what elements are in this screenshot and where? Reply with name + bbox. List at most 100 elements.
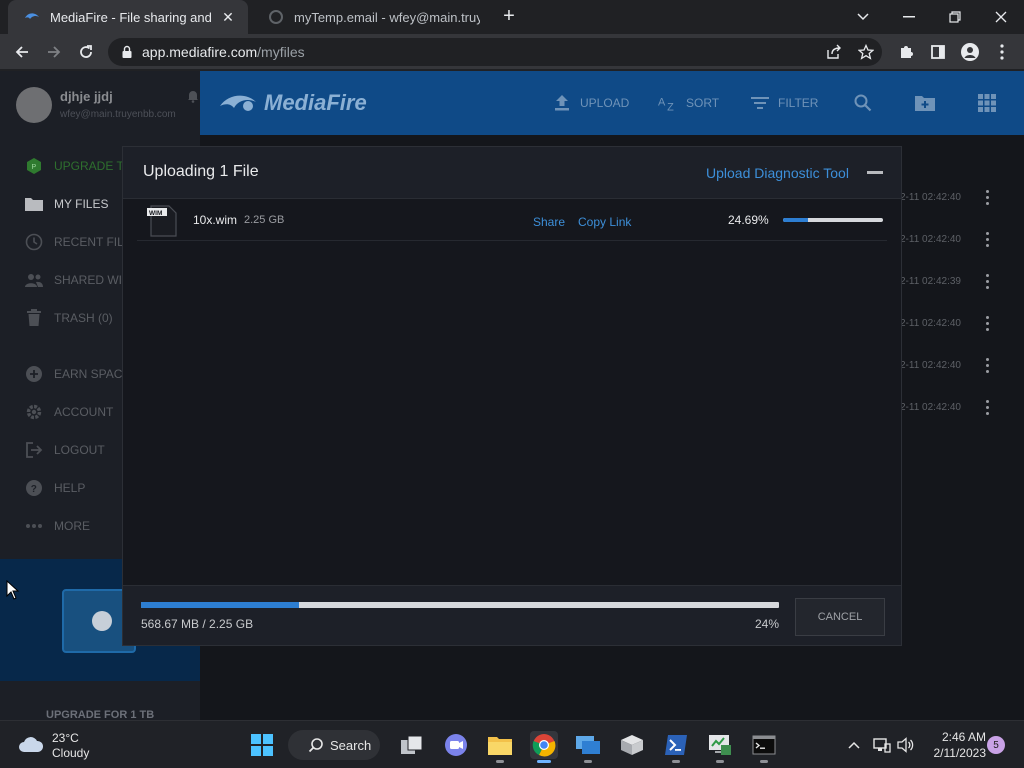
clock-date: 2/11/2023 (933, 746, 987, 760)
logo-text: MediaFire (264, 90, 367, 115)
upload-file-percent: 24.69% (728, 213, 769, 227)
virtual-machine-icon[interactable] (618, 731, 646, 759)
browser-menu-kebab-icon[interactable] (992, 42, 1012, 62)
network-icon[interactable] (872, 735, 892, 755)
lock-icon[interactable] (120, 45, 134, 59)
svg-text:?: ? (31, 484, 37, 495)
file-date: 2-11 02:42:40 (900, 234, 961, 245)
upload-label: UPLOAD (580, 96, 630, 110)
teams-chat-icon[interactable] (442, 731, 470, 759)
volume-icon[interactable] (896, 735, 916, 755)
row-menu-kebab-icon[interactable] (986, 232, 990, 248)
total-progress-fill (141, 602, 299, 608)
share-link[interactable]: Share (533, 215, 565, 229)
sidebar-item-label: Logout (54, 443, 105, 457)
running-indicator (760, 760, 768, 763)
tab-close-icon[interactable]: ✕ (220, 9, 236, 26)
upgrade-1tb-label[interactable]: UPGRADE FOR 1 TB (46, 709, 154, 720)
upgrade-badge-icon: P (24, 156, 44, 176)
mediafire-flame-icon (220, 95, 256, 111)
mytemp-favicon-icon (269, 10, 283, 24)
browser-toolbar: app.mediafire.com/myfiles (0, 34, 1024, 70)
upload-file-size: 2.25 GB (244, 214, 285, 226)
system-monitor-icon[interactable] (706, 731, 734, 763)
forward-arrow-icon[interactable] (42, 40, 66, 64)
logout-icon (24, 440, 44, 460)
task-view-icon[interactable] (398, 731, 426, 759)
copy-link[interactable]: Copy Link (578, 215, 631, 229)
wim-file-icon: WIM (147, 205, 177, 237)
svg-text:Z: Z (667, 101, 674, 112)
svg-text:WIM: WIM (149, 210, 162, 217)
notification-count-badge[interactable]: 5 (987, 736, 1005, 754)
weather-widget[interactable]: 23°C Cloudy (18, 729, 128, 761)
share-page-icon[interactable] (824, 42, 844, 62)
running-indicator (716, 760, 724, 763)
upload-file-progress-fill (783, 218, 808, 222)
remote-desktop-icon[interactable] (574, 731, 602, 763)
running-indicator (672, 760, 680, 763)
notification-bell-icon[interactable] (186, 89, 200, 103)
tab-search-chevron-icon[interactable] (840, 0, 886, 34)
sort-button[interactable]: AZ SORT (658, 93, 719, 113)
user-profile[interactable]: djhje jjdj wfey@main.truyenbb.com (16, 87, 198, 127)
file-date: 2-11 02:42:40 (900, 192, 961, 203)
row-menu-kebab-icon[interactable] (986, 358, 990, 374)
close-window-icon[interactable] (978, 0, 1024, 34)
row-menu-kebab-icon[interactable] (986, 400, 990, 416)
show-hidden-icons-chevron-icon[interactable] (844, 735, 864, 755)
upload-modal: Uploading 1 File Upload Diagnostic Tool … (122, 146, 902, 646)
filter-button[interactable]: FILTER (750, 93, 818, 113)
folder-icon (24, 194, 44, 214)
back-arrow-icon[interactable] (10, 40, 34, 64)
more-dots-icon (24, 516, 44, 536)
upload-modal-footer: 568.67 MB / 2.25 GB 24% CANCEL (123, 585, 901, 645)
cancel-upload-button[interactable]: CANCEL (795, 598, 885, 636)
row-menu-kebab-icon[interactable] (986, 316, 990, 332)
address-bar[interactable]: app.mediafire.com/myfiles (108, 38, 882, 66)
tab-mytemp-email[interactable]: myTemp.email - wfey@main.truyenbb.com (252, 0, 492, 34)
tab-mediafire[interactable]: MediaFire - File sharing and storage ✕ (8, 0, 248, 34)
upload-diagnostic-link[interactable]: Upload Diagnostic Tool (706, 165, 849, 181)
row-menu-kebab-icon[interactable] (986, 190, 990, 206)
restore-window-icon[interactable] (932, 0, 978, 34)
running-indicator (496, 760, 504, 763)
avatar[interactable] (16, 87, 52, 123)
reload-icon[interactable] (74, 40, 98, 64)
upload-file-row: WIM 10x.wim 2.25 GB Share Copy Link 24.6… (137, 199, 887, 241)
mediafire-logo[interactable]: MediaFire (218, 89, 367, 117)
start-windows-icon[interactable] (248, 731, 276, 759)
search-icon[interactable] (852, 93, 874, 113)
extensions-puzzle-icon[interactable] (896, 42, 916, 62)
trash-icon (24, 308, 44, 328)
upload-arrow-icon (552, 93, 572, 113)
new-folder-icon[interactable] (914, 93, 936, 113)
windows-taskbar: 23°C Cloudy Search 2:46 AM 2/11/2023 5 (0, 720, 1024, 768)
svg-text:P: P (32, 164, 37, 171)
mediafire-favicon-icon (25, 13, 39, 19)
command-prompt-icon[interactable] (750, 731, 778, 763)
new-tab-plus-icon[interactable]: + (498, 6, 520, 28)
powershell-icon[interactable] (662, 731, 690, 763)
upload-modal-header: Uploading 1 File Upload Diagnostic Tool (123, 147, 901, 199)
minimize-modal-icon[interactable] (867, 171, 883, 174)
bookmark-star-icon[interactable] (856, 42, 876, 62)
total-size-text: 568.67 MB / 2.25 GB (141, 617, 254, 631)
clock-time: 2:46 AM (941, 730, 986, 744)
clock-icon (24, 232, 44, 252)
taskbar-search-button[interactable]: Search (288, 730, 380, 760)
sidebar-item-label: More (54, 519, 90, 533)
upload-file-progress-bar (783, 218, 883, 222)
filter-label: FILTER (778, 96, 819, 110)
profile-avatar-icon[interactable] (960, 42, 980, 62)
url-text: app.mediafire.com/myfiles (142, 44, 305, 60)
file-explorer-icon[interactable] (486, 731, 514, 763)
grid-view-icon[interactable] (976, 93, 998, 113)
chrome-taskbar-icon[interactable] (530, 731, 558, 763)
file-date: 2-11 02:42:40 (900, 402, 961, 413)
minimize-window-icon[interactable] (886, 0, 932, 34)
row-menu-kebab-icon[interactable] (986, 274, 990, 290)
upload-button[interactable]: UPLOAD (552, 93, 629, 113)
side-panel-icon[interactable] (928, 42, 948, 62)
taskbar-clock[interactable]: 2:46 AM 2/11/2023 (920, 729, 987, 761)
